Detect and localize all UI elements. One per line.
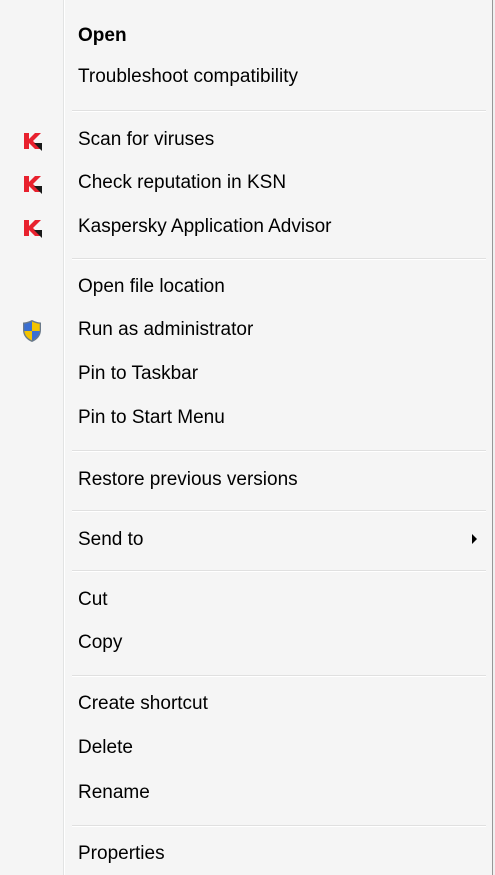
menu-item-label: Send to: [78, 529, 144, 550]
menu-item-label: Check reputation in KSN: [78, 172, 287, 193]
uac-shield-icon: [20, 319, 42, 342]
kaspersky-icon: [22, 130, 44, 152]
menu-item-label: Open file location: [78, 276, 225, 297]
menu-item-properties[interactable]: Properties: [0, 834, 488, 874]
menu-separator: [72, 675, 486, 677]
menu-separator: [72, 570, 486, 572]
menu-item-label: Kaspersky Application Advisor: [78, 216, 332, 237]
menu-item-label: Run as administrator: [78, 319, 254, 340]
menu-item-label: Copy: [78, 632, 123, 653]
menu-item-scan-for-viruses[interactable]: Scan for viruses: [0, 120, 488, 160]
menu-item-label: Create shortcut: [78, 693, 208, 714]
menu-item-label: Cut: [78, 589, 108, 610]
menu-item-label: Pin to Taskbar: [78, 363, 199, 384]
menu-separator: [72, 510, 486, 512]
menu-item-label: Rename: [78, 782, 150, 803]
menu-item-pin-to-start-menu[interactable]: Pin to Start Menu: [0, 398, 488, 438]
menu-item-create-shortcut[interactable]: Create shortcut: [0, 684, 488, 724]
menu-item-copy[interactable]: Copy: [0, 623, 488, 663]
menu-item-run-as-administrator[interactable]: Run as administrator: [0, 310, 488, 350]
kaspersky-icon: [22, 217, 44, 239]
menu-separator: [72, 825, 486, 827]
menu-item-open[interactable]: Open: [0, 16, 488, 56]
kaspersky-icon: [22, 173, 44, 195]
menu-separator: [72, 258, 486, 260]
menu-separator: [72, 110, 486, 112]
chevron-right-icon: [472, 534, 477, 544]
menu-item-label: Properties: [78, 843, 165, 864]
menu-item-label: Troubleshoot compatibility: [78, 66, 299, 87]
menu-item-label: Delete: [78, 737, 133, 758]
menu-item-label: Restore previous versions: [78, 469, 298, 490]
menu-item-rename[interactable]: Rename: [0, 773, 488, 813]
menu-item-send-to[interactable]: Send to: [0, 520, 488, 560]
menu-separator: [72, 450, 486, 452]
menu-item-open-file-location[interactable]: Open file location: [0, 267, 488, 307]
menu-item-delete[interactable]: Delete: [0, 728, 488, 768]
menu-item-check-reputation[interactable]: Check reputation in KSN: [0, 163, 488, 203]
context-menu: Open Troubleshoot compatibility Scan for…: [0, 0, 493, 875]
menu-item-label: Open: [78, 25, 127, 46]
menu-item-label: Pin to Start Menu: [78, 407, 225, 428]
menu-item-pin-to-taskbar[interactable]: Pin to Taskbar: [0, 354, 488, 394]
menu-item-cut[interactable]: Cut: [0, 580, 488, 620]
menu-item-kaspersky-advisor[interactable]: Kaspersky Application Advisor: [0, 207, 488, 247]
menu-item-label: Scan for viruses: [78, 129, 215, 150]
menu-item-troubleshoot-compatibility[interactable]: Troubleshoot compatibility: [0, 57, 488, 97]
menu-item-restore-previous-versions[interactable]: Restore previous versions: [0, 460, 488, 500]
